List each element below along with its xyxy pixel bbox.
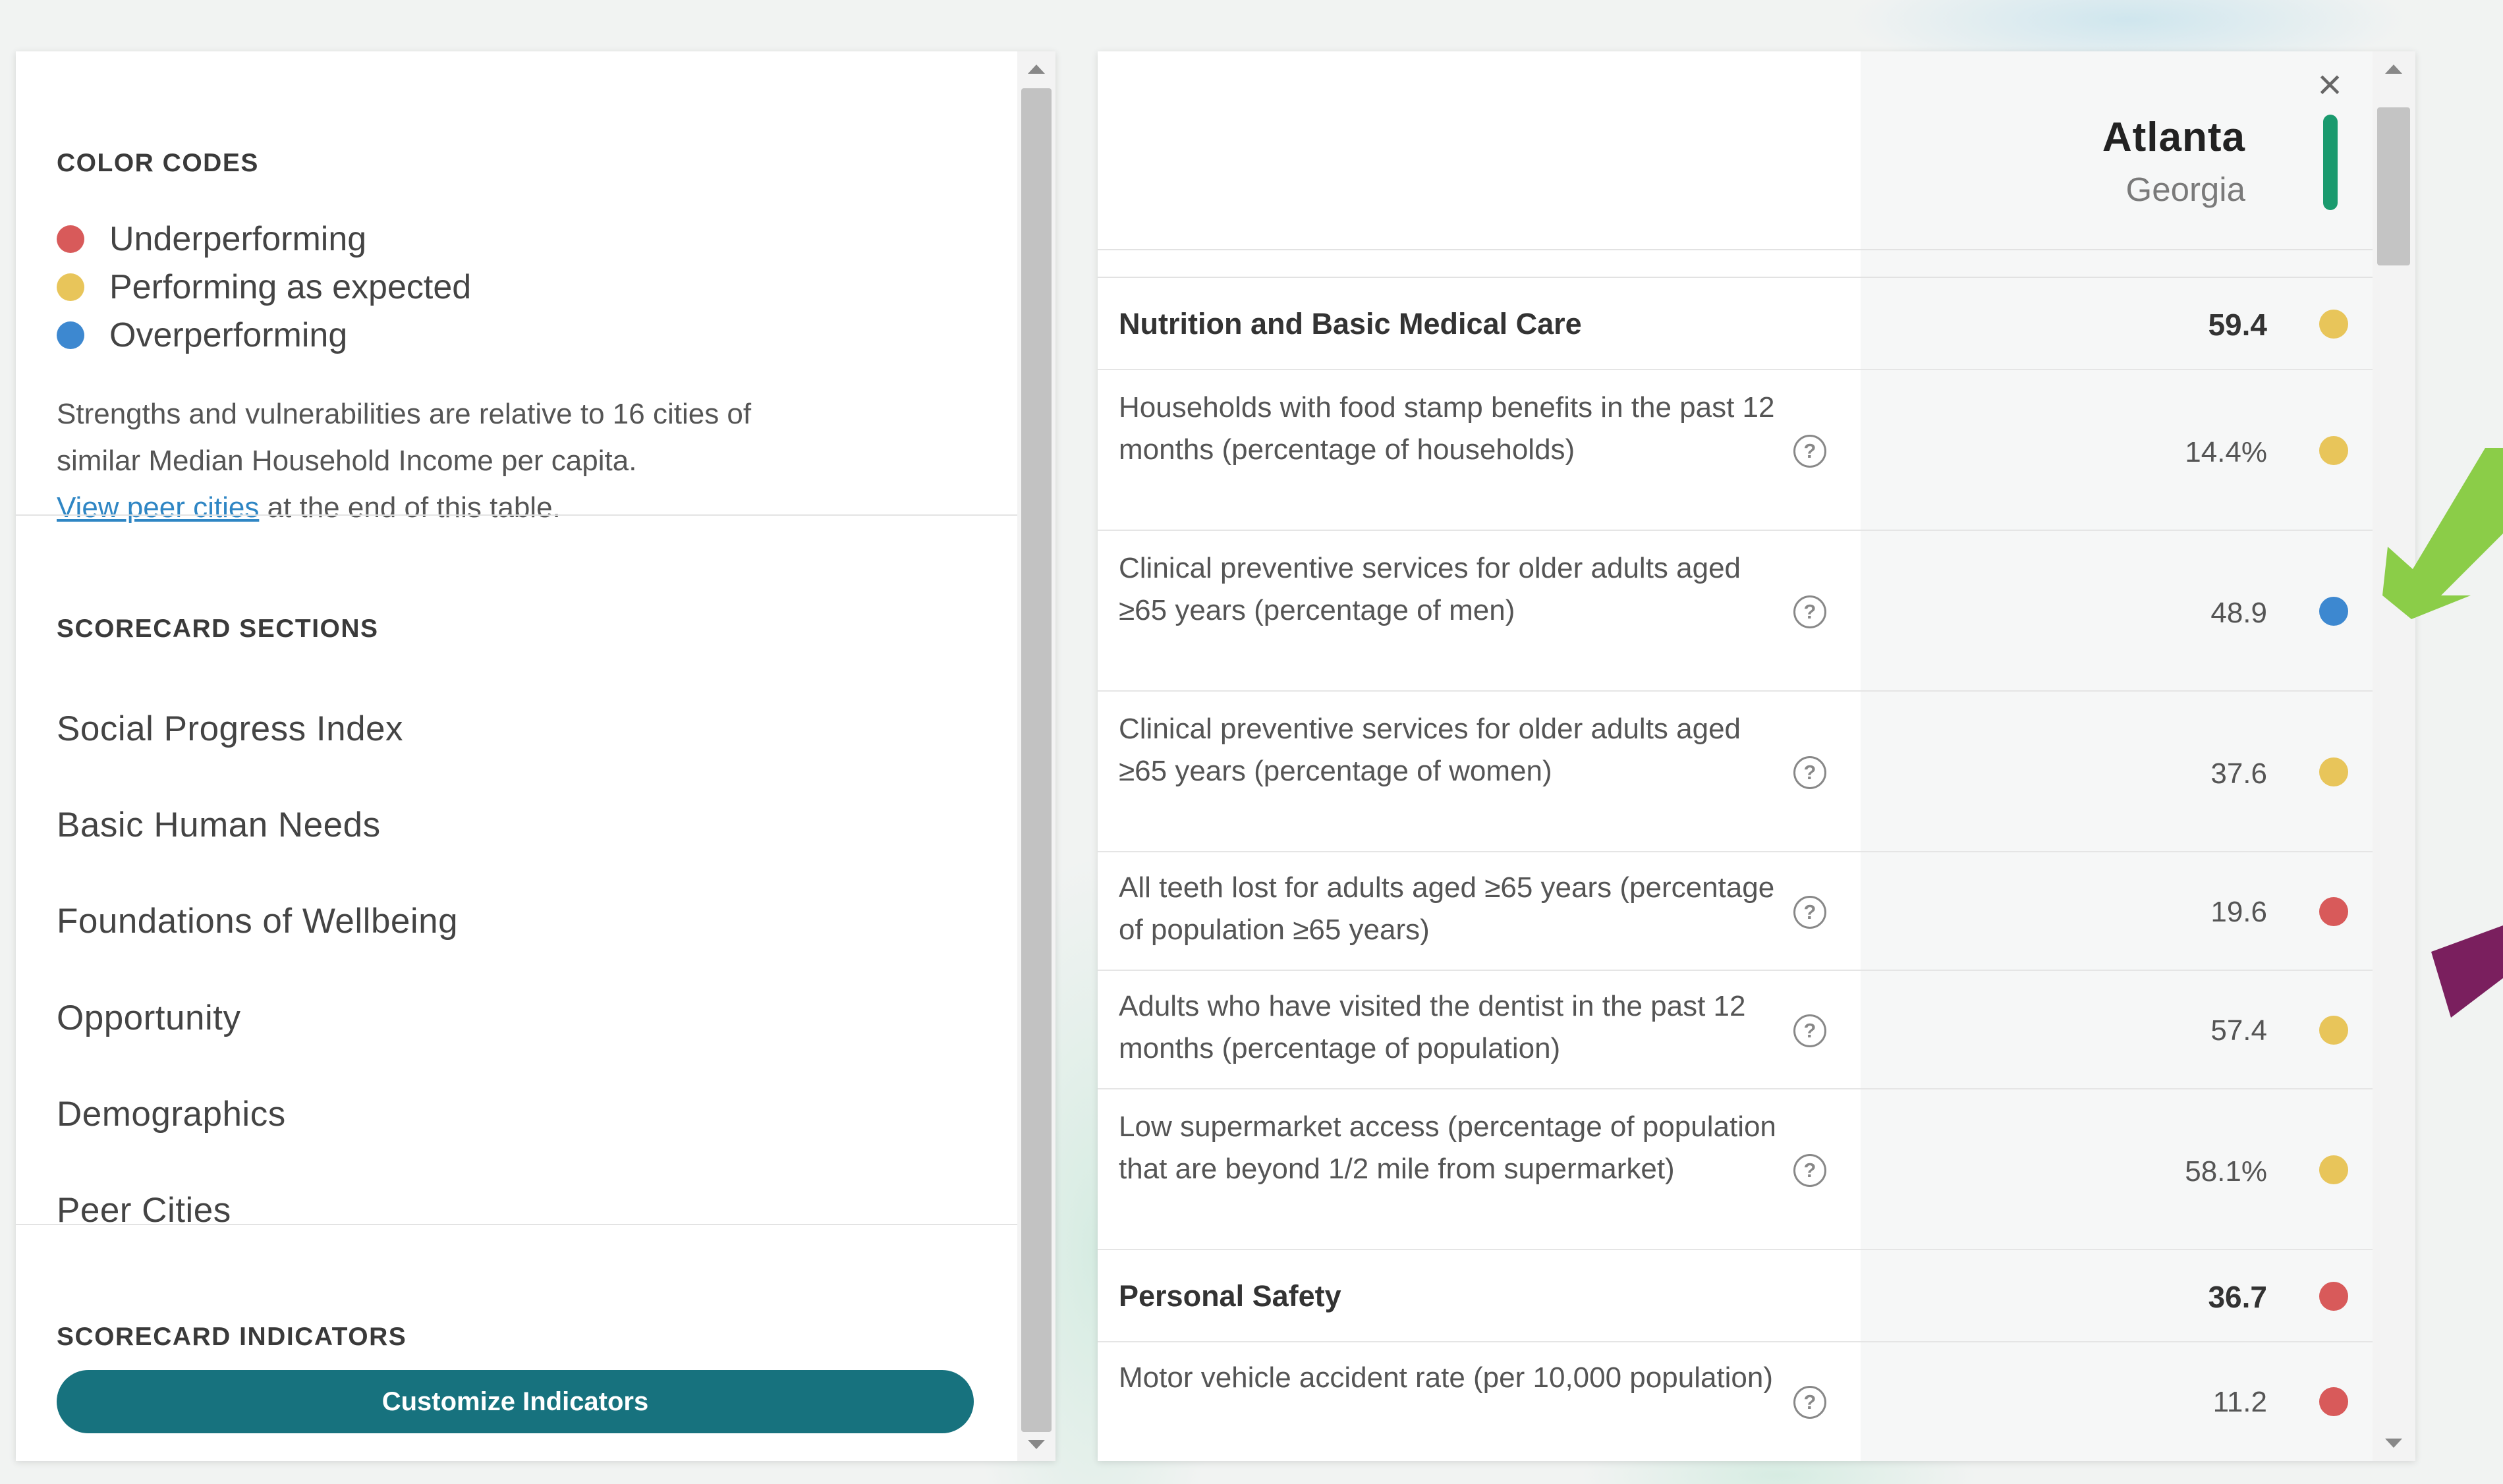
table-row: Motor vehicle accident rate (per 10,000 … — [1098, 1342, 2373, 1461]
section-link-foundations-of-wellbeing[interactable]: Foundations of Wellbeing — [57, 901, 458, 941]
help-icon[interactable]: ? — [1793, 756, 1826, 789]
color-codes-title: COLOR CODES — [57, 149, 259, 177]
peer-note-tail: at the end of this table. — [259, 491, 561, 524]
category-value: 59.4 — [2208, 308, 2267, 342]
indicator-label: Clinical preventive services for older a… — [1119, 552, 1741, 626]
yellow-status-dot-icon — [2319, 757, 2348, 786]
legend-label: Performing as expected — [109, 268, 472, 306]
scroll-down-icon[interactable] — [1028, 1440, 1045, 1449]
help-icon[interactable]: ? — [1793, 1014, 1826, 1047]
table-row: Nutrition and Basic Medical Care 59.4 — [1098, 278, 2373, 370]
legend-item-overperforming: Overperforming — [57, 316, 347, 355]
state-name: Georgia — [2125, 171, 2245, 208]
red-status-dot-icon — [2319, 1282, 2348, 1311]
yellow-status-dot-icon — [2319, 1155, 2348, 1184]
table-row: Clinical preventive services for older a… — [1098, 531, 2373, 692]
indicator-value: 58.1% — [2185, 1155, 2267, 1188]
category-label: Personal Safety — [1119, 1279, 1341, 1313]
green-arrow-icon — [2382, 448, 2503, 619]
blue-status-dot-icon — [2319, 597, 2348, 626]
section-link-basic-human-needs[interactable]: Basic Human Needs — [57, 805, 381, 845]
indicator-value: 19.6 — [2210, 896, 2267, 928]
table-row: Clinical preventive services for older a… — [1098, 692, 2373, 852]
indicator-value: 57.4 — [2210, 1014, 2267, 1047]
help-icon[interactable]: ? — [1793, 1386, 1826, 1419]
table-row: Low supermarket access (percentage of po… — [1098, 1089, 2373, 1250]
yellow-status-dot-icon — [2319, 436, 2348, 465]
section-link-opportunity[interactable]: Opportunity — [57, 998, 240, 1038]
table-row: Households with food stamp benefits in t… — [1098, 370, 2373, 531]
divider — [1098, 249, 2373, 250]
indicator-label: All teeth lost for adults aged ≥65 years… — [1119, 871, 1775, 946]
peer-note-line1: Strengths and vulnerabilities are relati… — [57, 398, 752, 430]
table-row: All teeth lost for adults aged ≥65 years… — [1098, 852, 2373, 971]
peer-note: Strengths and vulnerabilities are relati… — [57, 391, 979, 531]
peer-note-line3: View peer cities at the end of this tabl… — [57, 484, 979, 531]
scorecard-panel: × Atlanta Georgia Nutrition and Basic Me… — [1098, 51, 2415, 1461]
legend-panel-content: COLOR CODES Underperforming Performing a… — [16, 51, 1017, 1461]
scroll-up-icon[interactable] — [2385, 65, 2402, 74]
indicator-label: Clinical preventive services for older a… — [1119, 713, 1741, 787]
indicator-label: Low supermarket access (percentage of po… — [1119, 1111, 1776, 1185]
section-link-social-progress-index[interactable]: Social Progress Index — [57, 709, 403, 749]
yellow-status-dot-icon — [2319, 1016, 2348, 1045]
table-row: Adults who have visited the dentist in t… — [1098, 971, 2373, 1089]
legend-panel: COLOR CODES Underperforming Performing a… — [16, 51, 1055, 1461]
indicator-label: Motor vehicle accident rate (per 10,000 … — [1119, 1361, 1774, 1394]
table-row: Personal Safety 36.7 — [1098, 1250, 2373, 1342]
customize-indicators-button[interactable]: Customize Indicators — [57, 1370, 974, 1433]
red-dot-icon — [57, 225, 84, 253]
scorecard-sections-title: SCORECARD SECTIONS — [57, 615, 379, 643]
city-header: × Atlanta Georgia — [1098, 51, 2373, 249]
section-link-demographics[interactable]: Demographics — [57, 1094, 286, 1134]
scroll-up-icon[interactable] — [1028, 65, 1045, 74]
yellow-status-dot-icon — [2319, 310, 2348, 339]
scorecard-indicators-title: SCORECARD INDICATORS — [57, 1323, 407, 1351]
legend-item-underperforming: Underperforming — [57, 219, 366, 259]
right-scrollbar-thumb[interactable] — [2377, 107, 2410, 265]
close-icon[interactable]: × — [2310, 63, 2349, 105]
city-color-bar — [2323, 115, 2338, 210]
category-label: Nutrition and Basic Medical Care — [1119, 307, 1582, 341]
help-icon[interactable]: ? — [1793, 435, 1826, 468]
view-peer-cities-link[interactable]: View peer cities — [57, 491, 259, 524]
category-value: 36.7 — [2208, 1280, 2267, 1314]
help-icon[interactable]: ? — [1793, 896, 1826, 929]
left-scrollbar-thumb[interactable] — [1021, 88, 1052, 1432]
indicator-value: 48.9 — [2210, 597, 2267, 629]
indicator-label: Households with food stamp benefits in t… — [1119, 391, 1775, 466]
divider — [16, 514, 1017, 516]
indicator-value: 11.2 — [2212, 1386, 2267, 1418]
yellow-dot-icon — [57, 273, 84, 301]
legend-label: Overperforming — [109, 316, 348, 354]
blue-dot-icon — [57, 321, 84, 349]
red-status-dot-icon — [2319, 897, 2348, 926]
legend-item-expected: Performing as expected — [57, 267, 471, 307]
red-status-dot-icon — [2319, 1387, 2348, 1416]
peer-note-line2: similar Median Household Income per capi… — [57, 445, 637, 477]
legend-label: Underperforming — [109, 220, 367, 258]
help-icon[interactable]: ? — [1793, 595, 1826, 628]
indicator-label: Adults who have visited the dentist in t… — [1119, 990, 1746, 1064]
city-name: Atlanta — [2102, 115, 2245, 160]
scroll-down-icon[interactable] — [2385, 1439, 2402, 1448]
help-icon[interactable]: ? — [1793, 1154, 1826, 1187]
indicator-value: 37.6 — [2210, 757, 2267, 790]
purple-arrow-icon — [2431, 925, 2503, 1018]
divider — [16, 1224, 1017, 1225]
indicator-value: 14.4% — [2185, 436, 2267, 468]
